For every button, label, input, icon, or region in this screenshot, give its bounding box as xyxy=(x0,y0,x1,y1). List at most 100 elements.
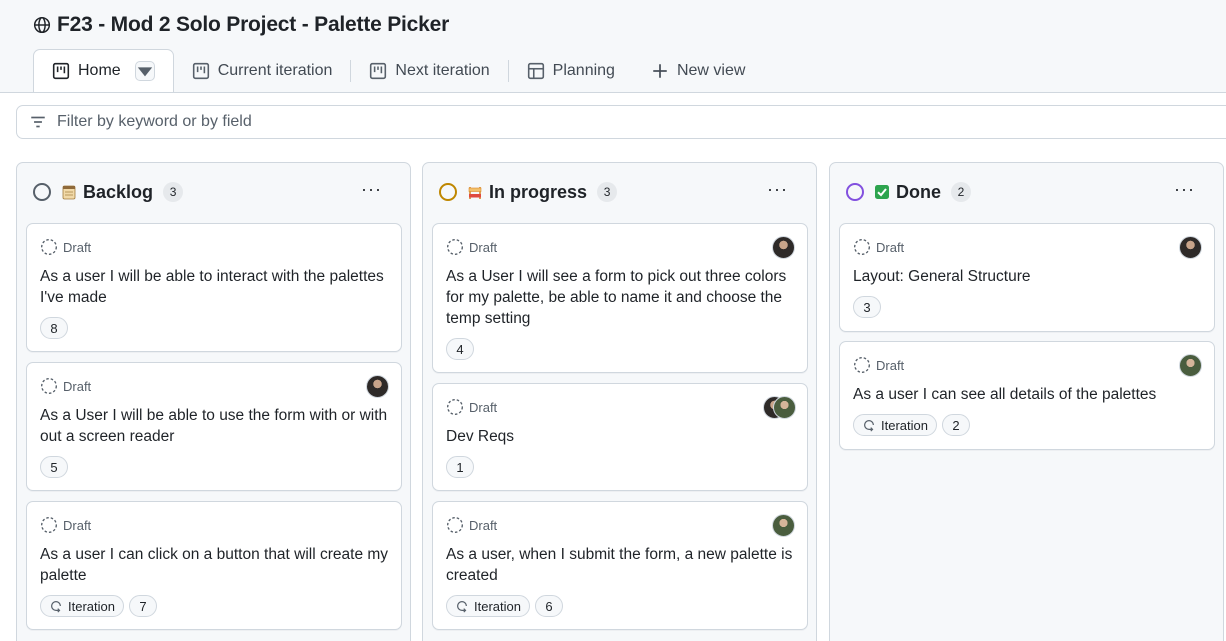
draft-icon xyxy=(41,239,57,255)
estimate-badge: 2 xyxy=(941,414,970,436)
iteration-label: Iteration xyxy=(881,417,928,433)
column-header: In progress 3 ··· xyxy=(423,163,816,221)
card-title[interactable]: Dev Reqs xyxy=(446,426,796,447)
card[interactable]: Draft As a user I can click on a button … xyxy=(26,501,402,630)
assignee-avatar[interactable] xyxy=(773,396,796,419)
iteration-badge[interactable]: Iteration xyxy=(40,595,124,617)
card-title[interactable]: As a user I can click on a button that w… xyxy=(40,544,390,586)
iteration-badge[interactable]: Iteration xyxy=(853,414,937,436)
column-done: Done 2 ··· Draft Layout: General Structu… xyxy=(829,162,1224,641)
assignee-avatar[interactable] xyxy=(1179,236,1202,259)
tab-next-iteration[interactable]: Next iteration xyxy=(351,49,507,92)
draft-label: Draft xyxy=(63,517,92,533)
header-divider xyxy=(0,92,1226,93)
assignee-avatar[interactable] xyxy=(772,236,795,259)
new-view-button[interactable]: New view xyxy=(633,49,763,92)
status-circle-icon xyxy=(33,183,51,201)
card[interactable]: Draft As a User I will be able to use th… xyxy=(26,362,402,491)
column-menu-button[interactable]: ··· xyxy=(767,179,788,200)
triangle-down-icon xyxy=(137,67,152,77)
project-title-row: F23 - Mod 2 Solo Project - Palette Picke… xyxy=(33,11,449,39)
globe-icon xyxy=(33,16,51,34)
column-header: Backlog 3 ··· xyxy=(17,163,410,221)
tab-options-button[interactable] xyxy=(134,61,155,81)
draft-status: Draft xyxy=(40,377,91,395)
board-icon xyxy=(192,62,209,79)
card-title[interactable]: As a User I will be able to use the form… xyxy=(40,405,390,447)
draft-status: Draft xyxy=(40,516,91,534)
card-title[interactable]: As a user, when I submit the form, a new… xyxy=(446,544,796,586)
card-badges: 1 xyxy=(446,456,474,478)
view-tabs: Home Current iteration Next iteration Pl… xyxy=(33,48,763,93)
plus-icon xyxy=(653,63,667,78)
draft-status: Draft xyxy=(853,238,904,256)
card[interactable]: Draft As a user I will be able to intera… xyxy=(26,223,402,352)
column-count: 3 xyxy=(597,182,618,202)
draft-label: Draft xyxy=(469,517,498,533)
column-count: 3 xyxy=(163,182,184,202)
check-mark-icon xyxy=(874,184,890,200)
column-menu-button[interactable]: ··· xyxy=(1174,179,1195,200)
card-badges: 8 xyxy=(40,317,68,339)
construction-icon xyxy=(467,184,483,200)
estimate-badge: 6 xyxy=(534,595,563,617)
column-backlog: Backlog 3 ··· Draft As a user I will be … xyxy=(16,162,411,641)
draft-status: Draft xyxy=(40,238,91,256)
board-icon xyxy=(370,62,387,79)
column-title: In progress xyxy=(489,181,588,202)
notepad-icon xyxy=(61,184,77,200)
estimate-badge: 5 xyxy=(40,456,68,478)
filter-bar[interactable] xyxy=(16,105,1226,139)
estimate-badge: 8 xyxy=(40,317,68,339)
estimate-badge: 1 xyxy=(446,456,474,478)
column-menu-button[interactable]: ··· xyxy=(361,179,382,200)
card[interactable]: Draft As a User I will see a form to pic… xyxy=(432,223,808,373)
card[interactable]: Draft As a user I can see all details of… xyxy=(839,341,1215,450)
iteration-icon xyxy=(51,601,61,613)
card-title[interactable]: Layout: General Structure xyxy=(853,266,1203,287)
iteration-badge[interactable]: Iteration xyxy=(446,595,530,617)
draft-label: Draft xyxy=(63,378,92,394)
assignee-avatar[interactable] xyxy=(1179,354,1202,377)
draft-icon xyxy=(854,357,870,373)
filter-input[interactable] xyxy=(57,113,457,131)
tab-home[interactable]: Home xyxy=(33,48,174,93)
draft-icon xyxy=(447,239,463,255)
assignee-avatar[interactable] xyxy=(366,375,389,398)
column-title: Backlog xyxy=(83,181,154,202)
card-badges: Iteration 6 xyxy=(446,595,563,617)
tab-planning[interactable]: Planning xyxy=(509,49,633,92)
card[interactable]: Draft As a user, when I submit the form,… xyxy=(432,501,808,630)
project-title: F23 - Mod 2 Solo Project - Palette Picke… xyxy=(57,13,450,36)
tab-current-iteration[interactable]: Current iteration xyxy=(174,49,351,92)
card-badges: Iteration 7 xyxy=(40,595,157,617)
draft-icon xyxy=(41,378,57,394)
draft-status: Draft xyxy=(446,238,497,256)
status-circle-icon xyxy=(439,183,457,201)
tab-label: Home xyxy=(78,62,121,79)
card-title[interactable]: As a User I will see a form to pick out … xyxy=(446,266,796,329)
draft-status: Draft xyxy=(446,516,497,534)
draft-label: Draft xyxy=(876,239,905,255)
tab-label: Planning xyxy=(552,61,615,79)
card-title[interactable]: As a user I will be able to interact wit… xyxy=(40,266,390,308)
draft-label: Draft xyxy=(876,357,905,373)
table-icon xyxy=(527,62,544,79)
iteration-label: Iteration xyxy=(474,598,521,614)
tab-label: Next iteration xyxy=(395,61,490,79)
card-title[interactable]: As a user I can see all details of the p… xyxy=(853,384,1203,405)
estimate-badge: 3 xyxy=(853,296,881,318)
draft-icon xyxy=(854,239,870,255)
draft-icon xyxy=(447,399,463,415)
iteration-label: Iteration xyxy=(68,598,115,614)
draft-status: Draft xyxy=(446,398,497,416)
card[interactable]: Draft Dev Reqs 1 xyxy=(432,383,808,491)
assignee-avatar[interactable] xyxy=(772,514,795,537)
tab-label: Current iteration xyxy=(217,61,333,79)
column-in-progress: In progress 3 ··· Draft As a User I will… xyxy=(422,162,817,641)
tab-label: New view xyxy=(676,61,746,79)
card-badges: 5 xyxy=(40,456,68,478)
card[interactable]: Draft Layout: General Structure 3 xyxy=(839,223,1215,332)
board-icon xyxy=(52,62,70,80)
draft-label: Draft xyxy=(469,399,498,415)
